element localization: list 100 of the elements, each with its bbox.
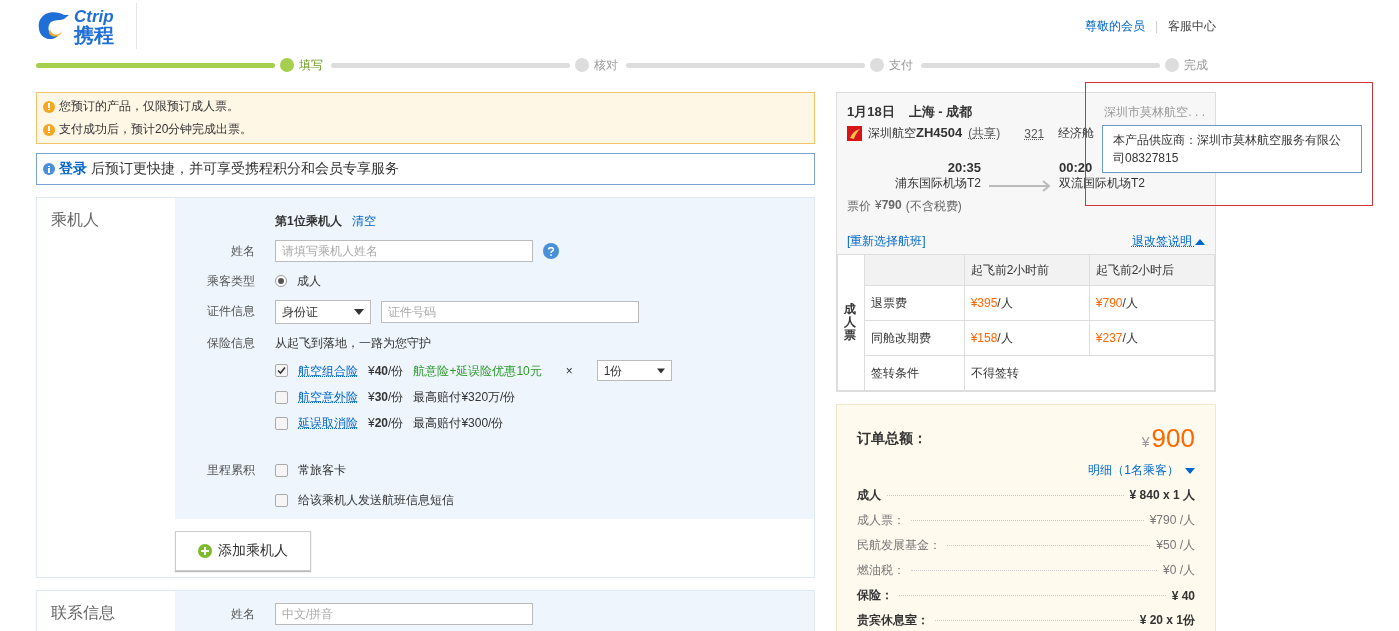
multiply-sign: ×	[565, 362, 573, 380]
section-title: 联系信息	[51, 604, 115, 621]
row-header: 同舱改期费	[864, 320, 965, 356]
insurance-note: 最高赔付¥320万/份	[413, 389, 516, 406]
cost-value: ¥ 840 x 1 人	[1129, 487, 1195, 504]
warning-icon	[43, 123, 55, 136]
checkbox[interactable]	[275, 390, 288, 404]
table-cell: ¥158/人	[964, 320, 1090, 356]
insurance-link[interactable]: 航空意外险	[298, 387, 358, 407]
passenger-heading: 第1位乘机人	[275, 213, 342, 230]
cost-label: 成人	[857, 487, 881, 504]
cost-value: ¥ 40	[1171, 588, 1195, 603]
quantity-select[interactable]: 1份	[596, 360, 672, 381]
field-label: 姓名	[230, 606, 256, 623]
insurance-note: 最高赔付¥300/份	[413, 415, 504, 432]
checkbox[interactable]	[275, 463, 288, 477]
caret-icon	[354, 309, 364, 315]
cost-value: ¥790 /人	[1149, 512, 1195, 529]
supplier-tooltip: 本产品供应商：深圳市莫林航空服务有限公司08327815	[1102, 125, 1362, 173]
logo-text: 携程	[74, 24, 114, 45]
cost-label: 保险：	[857, 587, 893, 604]
field-label: 乘客类型	[206, 273, 256, 290]
id-type-select[interactable]: 身份证	[275, 300, 371, 324]
header-link[interactable]: 尊敬的会员	[1084, 17, 1145, 35]
login-link[interactable]: 登录	[59, 160, 87, 178]
tax-note: (不含税费)	[905, 198, 962, 215]
aircraft-link[interactable]: 321	[1024, 126, 1045, 141]
notice-text: 支付成功后，预计20分钟完成出票。	[59, 121, 253, 138]
row-header: 退票费	[864, 285, 965, 321]
name-input[interactable]: 请填写乘机人姓名	[275, 240, 533, 262]
field-label: 姓名	[230, 243, 256, 260]
airline-name: 深圳航空	[868, 126, 916, 140]
cost-value: ¥50 /人	[1156, 537, 1195, 554]
detail-toggle[interactable]: 明细（1名乘客）	[1088, 462, 1195, 479]
table-cell: ¥790/人	[1089, 285, 1215, 321]
rebook-link[interactable]: [重新选择航班]	[847, 233, 926, 250]
flight-number: ZH4504	[916, 125, 963, 140]
warning-icon	[43, 100, 55, 113]
checkbox-label: 常旅客卡	[298, 462, 346, 479]
cost-label: 民航发展基金：	[857, 537, 941, 554]
total-label: 订单总额：	[857, 429, 927, 448]
cost-label: 燃油税：	[857, 562, 905, 579]
section-title: 乘机人	[51, 211, 99, 228]
column-header: 起飞前2小时后	[1089, 254, 1215, 286]
cost-value: ¥0 /人	[1163, 562, 1195, 579]
caret-icon	[1185, 467, 1195, 474]
flight-date: 1月18日	[847, 103, 895, 121]
step-label: 完成	[1184, 56, 1209, 74]
radio-button[interactable]	[275, 275, 287, 287]
table-cell: ¥395/人	[964, 285, 1090, 321]
step-label: 核对	[594, 56, 619, 74]
plus-icon	[198, 544, 212, 558]
price-label: 票价	[847, 198, 871, 215]
help-icon[interactable]	[543, 243, 559, 259]
login-text: 后预订更快捷，并可享受携程积分和会员专享服务	[91, 160, 399, 178]
insurance-link[interactable]: 延误取消险	[298, 413, 358, 433]
caret-icon	[1195, 239, 1205, 245]
field-label: 保险信息	[206, 335, 256, 352]
field-label: 里程累积	[206, 462, 256, 479]
checkbox[interactable]	[275, 364, 288, 377]
flight-route: 上海 - 成都	[908, 103, 973, 121]
row-header: 签转条件	[864, 355, 965, 391]
codeshare-link[interactable]: (共享)	[968, 125, 1001, 142]
rules-link[interactable]: 退改签说明	[1131, 233, 1205, 250]
table-cell: ¥237/人	[1089, 320, 1215, 356]
insurance-price: ¥40/份	[368, 362, 404, 380]
total-amount: ¥900	[1141, 423, 1195, 454]
insurance-intro: 从起飞到落地，一路为您守护	[275, 335, 432, 352]
departure-airport: 浦东国际机场T2	[895, 175, 981, 192]
caret-icon	[656, 367, 665, 374]
checkbox[interactable]	[275, 416, 288, 430]
supplier-text: 深圳市莫林航空. . .	[1104, 103, 1205, 121]
field-label: 证件信息	[206, 303, 256, 320]
separator: |	[1154, 19, 1158, 33]
ticket-price: ¥790	[875, 198, 902, 214]
header-link[interactable]: 客服中心	[1168, 17, 1216, 35]
insurance-note: 航意险+延误险优惠10元	[413, 362, 542, 380]
fare-type-label: 成人票	[844, 302, 856, 343]
airline-logo-icon	[847, 126, 862, 141]
id-number-input[interactable]: 证件号码	[381, 301, 639, 323]
cost-value: ¥ 20 x 1份	[1139, 612, 1195, 629]
cost-label: 贵宾休息室：	[857, 612, 929, 629]
step-label: 填写	[299, 56, 324, 74]
checkbox[interactable]	[275, 493, 288, 507]
departure-time: 20:35	[947, 160, 981, 175]
step-label: 支付	[889, 56, 914, 74]
contact-name-input[interactable]: 中文/拼音	[275, 603, 533, 625]
insurance-price: ¥30/份	[368, 389, 404, 406]
radio-label: 成人	[297, 273, 321, 290]
column-header: 起飞前2小时前	[964, 254, 1090, 286]
notice-text: 您预订的产品，仅限预订成人票。	[59, 98, 239, 115]
insurance-link[interactable]: 航空组合险	[298, 360, 358, 381]
info-icon	[43, 163, 55, 175]
arrow-icon	[989, 180, 1051, 192]
checkbox-label: 给该乘机人发送航班信息短信	[298, 492, 454, 509]
add-passenger-button[interactable]: 添加乘机人	[175, 531, 311, 571]
insurance-price: ¥20/份	[368, 415, 404, 432]
logo-text: Ctrip	[74, 7, 114, 25]
cost-label: 成人票：	[857, 512, 905, 529]
clear-link[interactable]: 清空	[351, 210, 376, 232]
